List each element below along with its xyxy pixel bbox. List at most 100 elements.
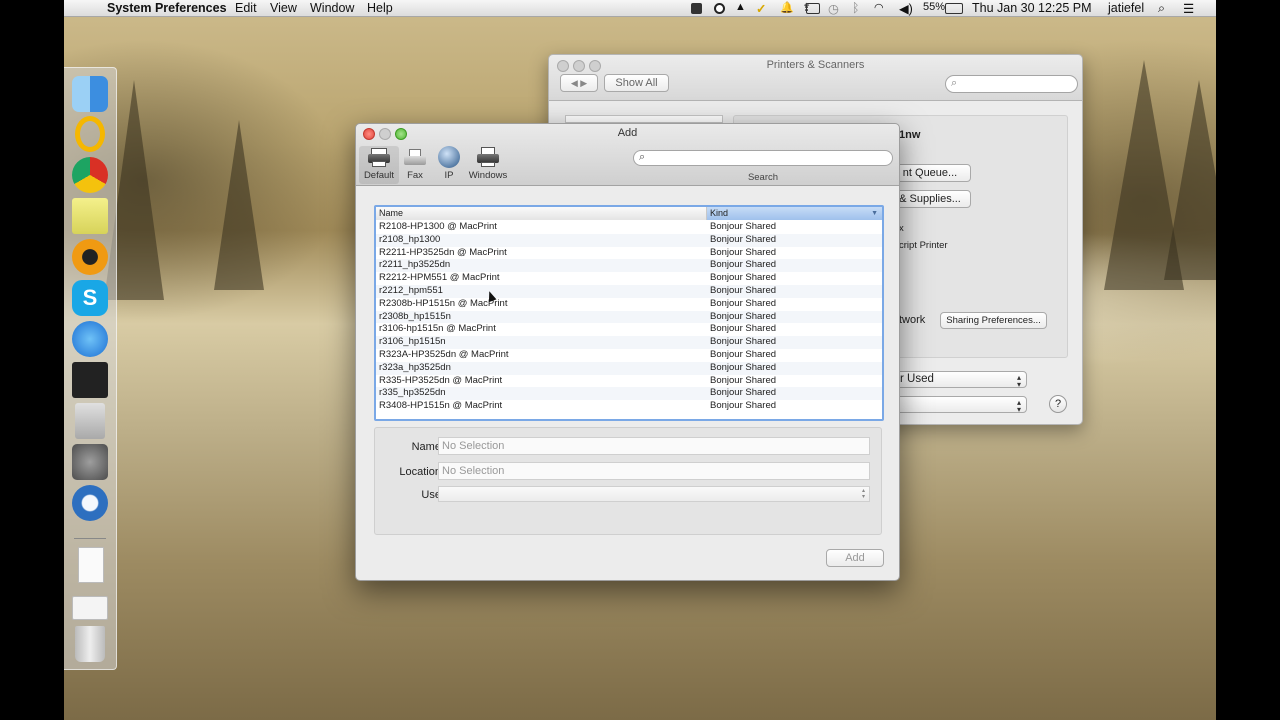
printer-name-cell: R335-HP3525dn @ MacPrint xyxy=(379,374,503,386)
table-row[interactable]: R323A-HP3525dn @ MacPrint Bonjour Shared xyxy=(376,349,882,362)
tab-default[interactable]: Default xyxy=(359,146,399,184)
show-all-button[interactable]: Show All xyxy=(604,74,669,92)
ip-globe-icon xyxy=(438,146,460,168)
outlook-icon[interactable] xyxy=(75,116,105,152)
printer-name-cell: r2308b_hp1515n xyxy=(379,310,451,322)
status-icon[interactable] xyxy=(691,3,702,14)
wifi-icon[interactable]: ◠ xyxy=(874,1,884,14)
bluetooth-icon[interactable]: ᛒ xyxy=(852,1,860,15)
printer-kind-cell: Bonjour Shared xyxy=(710,349,777,360)
add-button[interactable]: Add xyxy=(826,549,884,567)
table-row[interactable]: R2211-HP3525dn @ MacPrint Bonjour Shared xyxy=(376,247,882,260)
printer-kind-cell: Bonjour Shared xyxy=(710,387,777,399)
table-row[interactable]: r2308b_hp1515n Bonjour Shared xyxy=(376,310,882,324)
printer-kind-cell: Bonjour Shared xyxy=(710,297,777,309)
table-row[interactable]: R2308b-HP1515n @ MacPrint Bonjour Shared xyxy=(376,298,882,311)
document-icon[interactable] xyxy=(78,547,104,583)
stepper-icon: ▴ ▾ xyxy=(1016,398,1021,414)
skype-icon[interactable]: S xyxy=(72,280,108,316)
system-preferences-icon[interactable] xyxy=(72,444,108,480)
checkmark-icon[interactable]: ✓ xyxy=(756,1,766,16)
menu-edit[interactable]: Edit xyxy=(235,1,257,15)
menu-help[interactable]: Help xyxy=(367,1,393,15)
paper-size-popup[interactable]: ▴ ▾ xyxy=(889,396,1027,414)
volume-icon[interactable]: ◀) xyxy=(899,1,913,16)
printer-name: 1nw xyxy=(899,129,921,141)
table-row[interactable]: r3106_hp1515n Bonjour Shared xyxy=(376,336,882,349)
table-row[interactable]: R3408-HP1515n @ MacPrint Bonjour Shared xyxy=(376,400,882,413)
printer-name-cell: r335_hp3525dn xyxy=(379,387,446,399)
tab-label: Default xyxy=(363,170,395,181)
search-icon: ⌕ xyxy=(951,77,958,89)
printer-search-input[interactable]: ⌕ xyxy=(633,150,893,166)
time-machine-icon[interactable]: ◷ xyxy=(828,1,839,16)
menu-bar: System Preferences Edit View Window Help… xyxy=(64,0,1216,17)
quicktime-icon[interactable] xyxy=(72,485,108,521)
tab-windows[interactable]: Windows xyxy=(468,146,508,184)
printer-kind-cell: Bonjour Shared xyxy=(710,285,777,296)
default-printer-popup[interactable]: r Used ▴ ▾ xyxy=(889,371,1027,389)
chrome-window-icon[interactable] xyxy=(72,596,108,620)
app-menu[interactable]: System Preferences xyxy=(107,1,227,15)
printer-kind-cell: Bonjour Shared xyxy=(710,233,777,245)
battery-icon[interactable] xyxy=(945,3,963,14)
tab-ip[interactable]: IP xyxy=(429,146,469,184)
printer-kind-cell: Bonjour Shared xyxy=(710,374,777,386)
use-driver-popup[interactable]: ▴ ▾ xyxy=(438,486,870,502)
table-row[interactable]: R2212-HPM551 @ MacPrint Bonjour Shared xyxy=(376,272,882,285)
menu-window[interactable]: Window xyxy=(310,1,354,15)
printer-table[interactable]: Name Kind ▼ R2108-HP1300 @ MacPrint Bonjo… xyxy=(374,205,884,421)
name-field[interactable]: No Selection xyxy=(438,437,870,455)
share-network-label: twork xyxy=(899,314,926,326)
default-printer-value: r Used xyxy=(900,373,934,385)
notification-icon[interactable]: 🔔 xyxy=(780,1,794,14)
menu-view[interactable]: View xyxy=(270,1,297,15)
table-row[interactable]: r2211_hp3525dn Bonjour Shared xyxy=(376,259,882,273)
chrome-icon[interactable] xyxy=(72,157,108,193)
window-title: Printers & Scanners xyxy=(766,59,865,71)
amazon-mp3-icon[interactable] xyxy=(72,362,108,398)
printer-kind-cell: Bonjour Shared xyxy=(710,259,777,271)
location-field[interactable]: No Selection xyxy=(438,462,870,480)
record-icon[interactable] xyxy=(714,3,725,14)
battery-percent[interactable]: 55% xyxy=(923,1,945,13)
printer-name-cell: r3106-hp1515n @ MacPrint xyxy=(379,323,496,335)
table-row[interactable]: r335_hp3525dn Bonjour Shared xyxy=(376,387,882,401)
notification-center-icon[interactable]: ☰ xyxy=(1183,1,1194,16)
trash-icon[interactable] xyxy=(75,626,105,662)
printer-kind-cell: Bonjour Shared xyxy=(710,310,777,322)
app-store-icon[interactable] xyxy=(72,321,108,357)
notes-icon[interactable] xyxy=(72,198,108,234)
printer-name-cell: R2211-HP3525dn @ MacPrint xyxy=(379,246,507,258)
calculator-icon[interactable] xyxy=(75,403,105,439)
app-icon[interactable] xyxy=(72,239,108,275)
table-row[interactable]: R2108-HP1300 @ MacPrint Bonjour Shared xyxy=(376,221,882,234)
table-row[interactable]: R335-HP3525dn @ MacPrint Bonjour Shared xyxy=(376,375,882,388)
user-menu[interactable]: jatiefel xyxy=(1108,1,1144,15)
table-row[interactable]: r2212_hpm551 Bonjour Shared xyxy=(376,285,882,298)
table-row[interactable]: r3106-hp1515n @ MacPrint Bonjour Shared xyxy=(376,323,882,336)
table-row[interactable]: r323a_hp3525dn Bonjour Shared xyxy=(376,361,882,375)
options-supplies-button[interactable]: & Supplies... xyxy=(889,190,971,208)
printer-name-cell: r323a_hp3525dn xyxy=(379,361,451,373)
search-icon: ⌕ xyxy=(639,151,646,163)
table-row[interactable]: r2108_hp1300 Bonjour Shared xyxy=(376,233,882,247)
help-icon[interactable]: ? xyxy=(1049,395,1067,413)
drive-icon[interactable]: ▲ xyxy=(735,1,746,13)
sharing-preferences-button[interactable]: Sharing Preferences... xyxy=(940,312,1047,329)
back-forward-button[interactable]: ◀ ▶ xyxy=(560,74,598,92)
spotlight-icon[interactable]: ⌕ xyxy=(1158,1,1165,16)
airplay-icon[interactable] xyxy=(806,3,820,14)
tab-label: Windows xyxy=(468,170,508,181)
clock[interactable]: Thu Jan 30 12:25 PM xyxy=(972,1,1092,15)
table-scrollbar[interactable] xyxy=(876,221,882,419)
search-label: Search xyxy=(747,172,779,183)
finder-icon[interactable] xyxy=(72,76,108,112)
preferences-search-input[interactable]: ⌕ xyxy=(945,75,1078,93)
printer-list[interactable] xyxy=(565,115,723,123)
printer-name-cell: r3106_hp1515n xyxy=(379,336,446,348)
open-print-queue-button[interactable]: nt Queue... xyxy=(889,164,971,182)
tree-silhouette xyxy=(214,120,264,290)
printer-kind-cell: Bonjour Shared xyxy=(710,272,777,284)
stepper-icon: ▴ ▾ xyxy=(861,488,865,500)
